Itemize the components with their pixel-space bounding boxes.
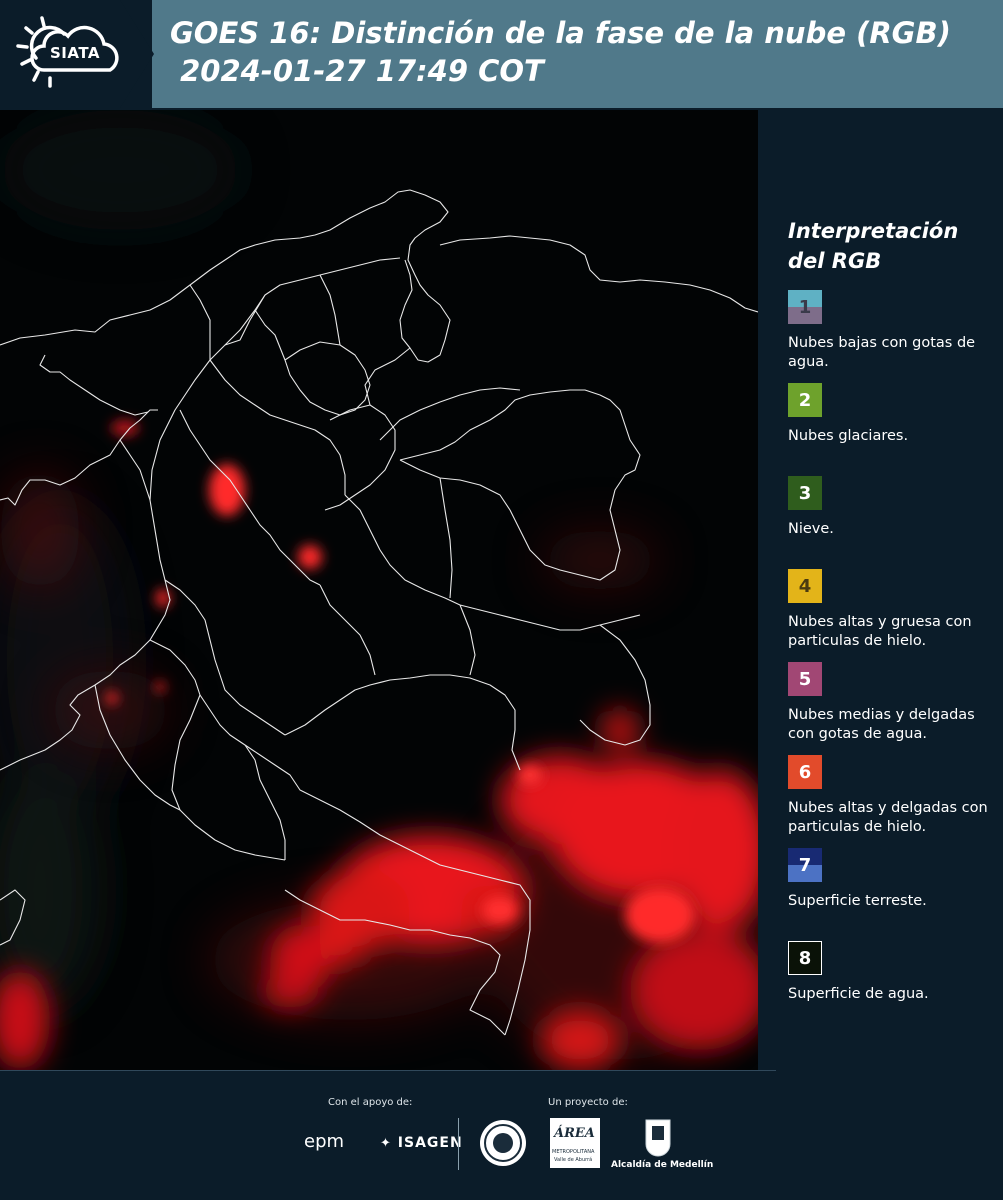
area-logo-sub: METROPOLITANA: [552, 1149, 595, 1155]
legend-title-line-2: del RGB: [788, 249, 882, 273]
legend-item-7: 7 Superficie terreste.: [788, 848, 998, 941]
legend-label: Superficie de agua.: [788, 986, 929, 1002]
legend-item-1: 1 Nubes bajas con gotas de agua.: [788, 290, 998, 383]
legend-number: 4: [798, 575, 812, 597]
legend-label: Nubes altas y delgadas con particulas de…: [788, 800, 988, 835]
legend-title-line-1: Interpretación: [788, 219, 959, 243]
area-logo-text: ÁREA: [554, 1126, 595, 1141]
legend-number: 2: [798, 389, 812, 411]
rgb-legend: Interpretación del RGB 1 Nubes bajas con …: [788, 216, 998, 1034]
legend-swatch: 3: [788, 476, 822, 510]
isagen-logo: ✦ ISAGEN: [380, 1135, 463, 1151]
legend-label: Nubes altas y gruesa con particulas de h…: [788, 614, 972, 649]
footer-divider: [0, 1070, 776, 1071]
legend-number: 6: [798, 761, 812, 783]
legend-swatch: 4: [788, 569, 822, 603]
satellite-map[interactable]: [0, 110, 758, 1070]
legend-swatch: 1: [788, 290, 822, 324]
crest-icon: [645, 1119, 671, 1157]
legend-item-6: 6 Nubes altas y delgadas con particulas d…: [788, 755, 998, 848]
legend-item-5: 5 Nubes medias y delgadas con gotas de ag…: [788, 662, 998, 755]
logo-chevron: [120, 0, 154, 108]
header-bar: SIATA GOES 16: Distinción de la fase de …: [0, 0, 1003, 108]
legend-item-4: 4 Nubes altas y gruesa con particulas de …: [788, 569, 998, 662]
alcaldia-text: Alcaldía de Medellín: [611, 1160, 714, 1170]
legend-item-2: 2 Nubes glaciares.: [788, 383, 998, 476]
legend-swatch: 2: [788, 383, 822, 417]
legend-swatch: 8: [788, 941, 822, 975]
legend-label: Nubes medias y delgadas con gotas de agu…: [788, 707, 975, 742]
logo-text: SIATA: [50, 44, 101, 62]
legend-number: 8: [798, 947, 812, 969]
map-image: [0, 110, 758, 1070]
title-line-2: 2024-01-27 17:49 COT: [170, 54, 544, 88]
isagen-mark-icon: ✦: [380, 1136, 392, 1151]
legend-swatch: 7: [788, 848, 822, 882]
legend-title: Interpretación del RGB: [788, 216, 998, 276]
legend-number: 1: [798, 296, 812, 318]
footer-vertical-divider: [458, 1118, 459, 1170]
seal-icon: [480, 1120, 526, 1166]
legend-number: 7: [798, 854, 812, 876]
isagen-text: ISAGEN: [397, 1135, 463, 1151]
legend-label: Nubes bajas con gotas de agua.: [788, 335, 976, 370]
legend-label: Superficie terreste.: [788, 893, 927, 909]
legend-swatch: 5: [788, 662, 822, 696]
legend-items: 1 Nubes bajas con gotas de agua. 2 Nubes gl…: [788, 290, 998, 1034]
legend-item-8: 8 Superficie de agua.: [788, 941, 998, 1034]
legend-item-3: 3 Nieve.: [788, 476, 998, 569]
legend-label: Nubes glaciares.: [788, 428, 909, 444]
legend-label: Nieve.: [788, 521, 834, 537]
epm-logo: epm: [304, 1131, 345, 1152]
page-title: GOES 16: Distinción de la fase de la nub…: [170, 14, 951, 90]
title-line-1: GOES 16: Distinción de la fase de la nub…: [170, 16, 951, 50]
seal-logo: [478, 1118, 528, 1172]
legend-swatch: 6: [788, 755, 822, 789]
legend-number: 5: [798, 668, 812, 690]
legend-number: 3: [798, 482, 812, 504]
medellin-crest: [644, 1118, 672, 1162]
support-label: Con el apoyo de:: [328, 1097, 413, 1108]
area-logo-sub2: Valle de Aburrá: [554, 1157, 593, 1163]
area-metropolitana-logo: ÁREA METROPOLITANA Valle de Aburrá: [550, 1118, 600, 1168]
project-label: Un proyecto de:: [548, 1097, 628, 1108]
